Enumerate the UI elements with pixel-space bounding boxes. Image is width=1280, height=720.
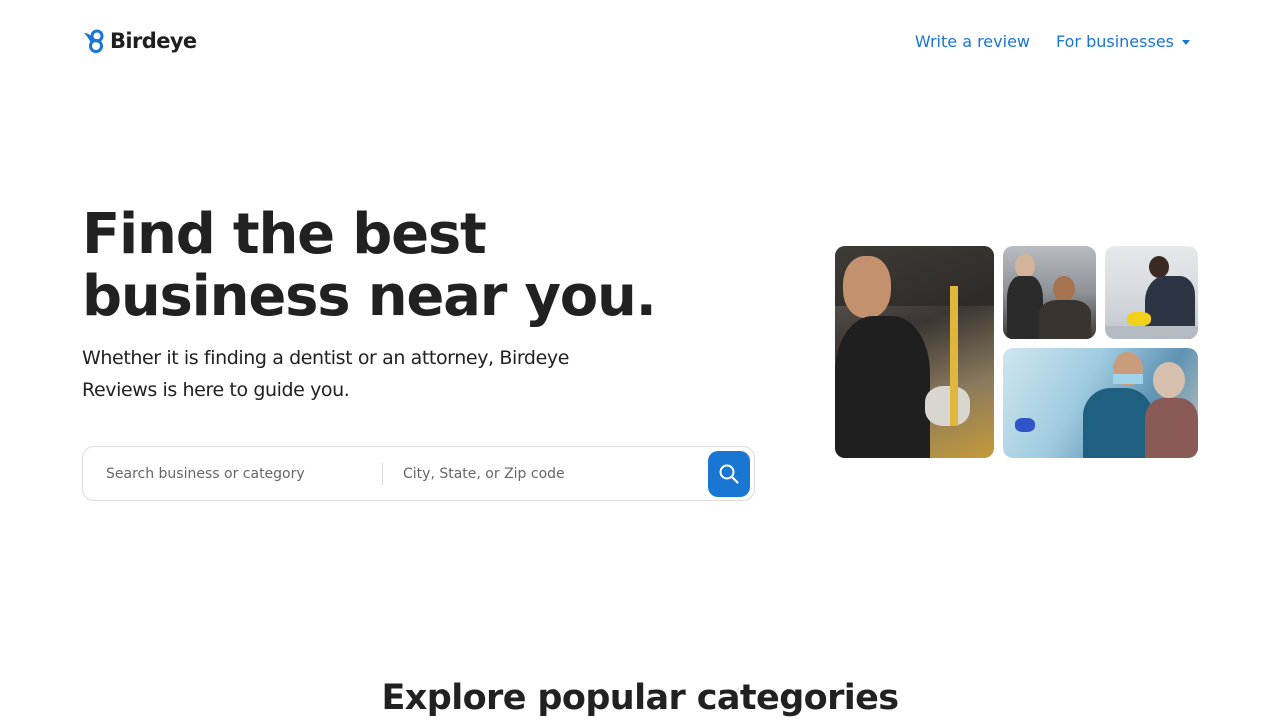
birdeye-logo-icon	[84, 29, 104, 53]
search-divider	[382, 462, 383, 485]
dental-care-photo	[1003, 348, 1198, 458]
hero-title-line1: Find the best	[82, 202, 487, 267]
search-bar	[82, 446, 755, 501]
business-search-input[interactable]	[106, 447, 382, 500]
birdeye-logo[interactable]: Birdeye	[82, 29, 197, 53]
hero-title: Find the best business near you.	[82, 204, 742, 328]
top-nav: Write a review For businesses	[915, 32, 1190, 51]
business-meeting-photo	[1003, 246, 1096, 339]
search-button[interactable]	[708, 451, 750, 497]
mechanic-photo	[835, 246, 994, 458]
hero-title-line2: business near you.	[82, 264, 657, 329]
hero-photo-collage	[835, 246, 1198, 458]
site-header: Birdeye Write a review For businesses	[0, 0, 1280, 86]
cleaner-photo	[1105, 246, 1198, 339]
logo-text: Birdeye	[110, 29, 197, 53]
location-search-input[interactable]	[403, 447, 693, 500]
popular-categories-heading: Explore popular categories	[381, 678, 899, 718]
chevron-down-icon	[1182, 40, 1190, 45]
search-icon	[719, 464, 739, 484]
hero-subtitle: Whether it is finding a dentist or an at…	[82, 347, 569, 401]
for-businesses-label[interactable]: For businesses	[1056, 32, 1174, 51]
for-businesses-dropdown[interactable]: For businesses	[1056, 32, 1190, 51]
write-review-link[interactable]: Write a review	[915, 32, 1030, 51]
